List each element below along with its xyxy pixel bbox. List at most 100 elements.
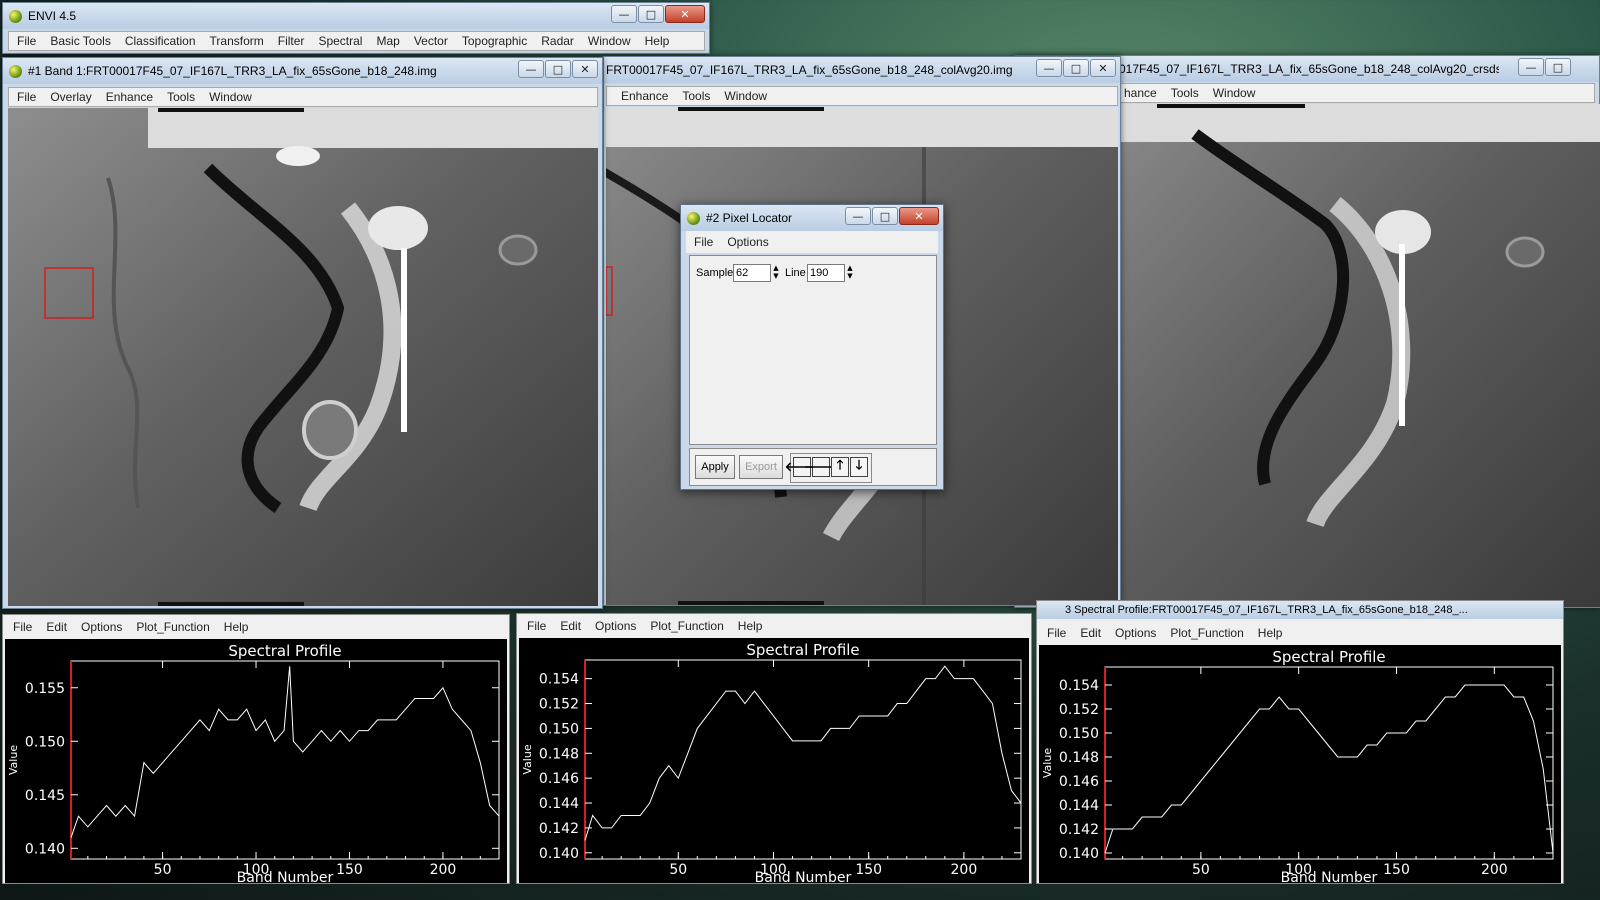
envi-main-titlebar[interactable]: ENVI 4.5 — □ ✕	[3, 3, 709, 29]
plot-1-menu-file[interactable]: File	[13, 620, 32, 634]
plot-3-menu-file[interactable]: File	[1047, 626, 1066, 640]
plot-1-menu-help[interactable]: Help	[224, 620, 249, 634]
display-1-menu-file[interactable]: File	[17, 90, 36, 104]
spectral-profile-window-1: File Edit Options Plot_Function Help Spe…	[2, 614, 510, 884]
minimize-icon[interactable]: —	[518, 60, 544, 78]
plot-2-menu-edit[interactable]: Edit	[560, 619, 581, 633]
mars-terrain-image	[1115, 104, 1600, 607]
profile-line-marker	[401, 248, 407, 432]
plot-2-menu-file[interactable]: File	[527, 619, 546, 633]
plot-3-titlebar[interactable]: 3 Spectral Profile:FRT00017F45_07_IF167L…	[1037, 601, 1563, 619]
display-1-menu-window[interactable]: Window	[209, 90, 252, 104]
spectral-line	[70, 666, 500, 838]
plot-2-menu-plot-function[interactable]: Plot_Function	[650, 619, 723, 633]
spectral-profile-plot-3[interactable]: Spectral Profile 50 100 150 200 0.140 0.142 0.1…	[1039, 645, 1561, 883]
arrow-right-icon[interactable]: 🡒	[804, 457, 838, 477]
y-tick-label: 0.146	[1059, 774, 1099, 790]
apply-button[interactable]: Apply	[695, 455, 735, 479]
plot-1-menu-edit[interactable]: Edit	[46, 620, 67, 634]
display-2-titlebar[interactable]: FRT00017F45_07_IF167L_TRR3_LA_fix_65sGon…	[604, 57, 1120, 83]
x-tick-label: 150	[336, 862, 363, 878]
maximize-icon[interactable]: □	[545, 60, 571, 78]
main-menu-file[interactable]: File	[17, 34, 36, 48]
plot-3-menu-help[interactable]: Help	[1258, 626, 1283, 640]
maximize-icon[interactable]: □	[1063, 59, 1089, 77]
plot-3-menu-edit[interactable]: Edit	[1080, 626, 1101, 640]
display-2-menu-enhance[interactable]: Enhance	[621, 89, 668, 103]
envi-app-icon	[687, 211, 700, 225]
plot-1-menubar: File Edit Options Plot_Function Help	[5, 617, 507, 637]
maximize-icon[interactable]: □	[638, 5, 664, 23]
arrow-down-icon[interactable]: 🡓	[850, 457, 868, 477]
plot-1-menu-options[interactable]: Options	[81, 620, 122, 634]
main-menu-map[interactable]: Map	[376, 34, 399, 48]
display-2-menubar: Enhance Tools Window	[606, 86, 1118, 106]
display-3-menu-window[interactable]: Window	[1213, 86, 1256, 100]
y-tick-label: 0.155	[25, 681, 65, 697]
minimize-icon[interactable]: —	[845, 207, 871, 225]
arrow-up-icon[interactable]: 🡑	[831, 457, 849, 477]
plot-title: Spectral Profile	[746, 641, 859, 659]
minimize-icon[interactable]: —	[1036, 59, 1062, 77]
display-1-menu-enhance[interactable]: Enhance	[106, 90, 153, 104]
y-tick-label: 0.144	[1059, 798, 1099, 814]
plot-frame	[584, 659, 1022, 860]
display-3-menu-tools[interactable]: Tools	[1171, 86, 1199, 100]
pixel-locator-dialog: #2 Pixel Locator — □ ✕ File Options Samp…	[680, 204, 944, 490]
main-menu-spectral[interactable]: Spectral	[318, 34, 362, 48]
y-axis-label: Value	[1041, 748, 1054, 778]
display-2-menu-tools[interactable]: Tools	[682, 89, 710, 103]
display-1-menu-overlay[interactable]: Overlay	[50, 90, 91, 104]
main-menu-help[interactable]: Help	[645, 34, 670, 48]
plot-2-menu-help[interactable]: Help	[738, 619, 763, 633]
main-menu-basic-tools[interactable]: Basic Tools	[50, 34, 110, 48]
close-icon[interactable]: ✕	[572, 60, 598, 78]
main-menu-radar[interactable]: Radar	[541, 34, 574, 48]
minimize-icon[interactable]: —	[1518, 58, 1544, 76]
x-tick-label: 150	[1383, 862, 1410, 878]
plot-1-menu-plot-function[interactable]: Plot_Function	[136, 620, 209, 634]
envi-main-window: ENVI 4.5 — □ ✕ File Basic Tools Classifi…	[2, 2, 710, 54]
line-spinner-icon[interactable]: ▲ ▼	[844, 264, 856, 282]
image-display-1: #1 Band 1:FRT00017F45_07_IF167L_TRR3_LA_…	[2, 57, 603, 609]
sample-spinner-icon[interactable]: ▲ ▼	[770, 264, 782, 282]
y-tick-label: 0.148	[1059, 750, 1099, 766]
maximize-icon[interactable]: □	[872, 207, 898, 225]
spectral-profile-plot-1[interactable]: Spectral Profile 50 100 150 200 0.140 0.145 0.1…	[5, 639, 507, 883]
x-tick-label: 50	[1192, 862, 1210, 878]
pixel-locator-titlebar[interactable]: #2 Pixel Locator — □ ✕	[681, 205, 943, 231]
display-3-menu-enhance[interactable]: hance	[1124, 86, 1157, 100]
export-button[interactable]: Export	[739, 455, 783, 479]
y-tick-label: 0.154	[1059, 678, 1099, 694]
spectral-profile-plot-2[interactable]: Spectral Profile 50 100 150 200 0.140 0.142 0.1…	[519, 638, 1029, 883]
display-1-menu-tools[interactable]: Tools	[167, 90, 195, 104]
line-input[interactable]: 190	[807, 264, 845, 282]
sample-input[interactable]: 62	[733, 264, 771, 282]
pixel-locator-panel: Sample 62 ▲ ▼ Line 190 ▲ ▼	[689, 255, 937, 445]
main-menu-vector[interactable]: Vector	[414, 34, 448, 48]
main-menu-transform[interactable]: Transform	[210, 34, 264, 48]
locator-menu-file[interactable]: File	[694, 235, 713, 249]
display-2-menu-window[interactable]: Window	[724, 89, 767, 103]
display-1-titlebar[interactable]: #1 Band 1:FRT00017F45_07_IF167L_TRR3_LA_…	[3, 58, 602, 84]
plot-2-menubar: File Edit Options Plot_Function Help	[519, 616, 1029, 636]
close-icon[interactable]: ✕	[1090, 59, 1116, 77]
plot-3-menu-options[interactable]: Options	[1115, 626, 1156, 640]
maximize-icon[interactable]: □	[1545, 58, 1571, 76]
y-tick-label: 0.150	[1059, 726, 1099, 742]
plot-2-menu-options[interactable]: Options	[595, 619, 636, 633]
plot-3-menu-plot-function[interactable]: Plot_Function	[1170, 626, 1243, 640]
display-3-image[interactable]	[1115, 104, 1600, 607]
main-menu-window[interactable]: Window	[588, 34, 631, 48]
y-axis-label: Value	[7, 745, 20, 775]
display-1-image[interactable]	[8, 108, 598, 606]
main-menu-topographic[interactable]: Topographic	[462, 34, 527, 48]
close-icon[interactable]: ✕	[665, 5, 705, 23]
envi-app-icon	[9, 9, 22, 23]
display-1-title: #1 Band 1:FRT00017F45_07_IF167L_TRR3_LA_…	[28, 64, 437, 78]
minimize-icon[interactable]: —	[611, 5, 637, 23]
locator-menu-options[interactable]: Options	[727, 235, 768, 249]
main-menu-filter[interactable]: Filter	[278, 34, 305, 48]
main-menu-classification[interactable]: Classification	[125, 34, 196, 48]
close-icon[interactable]: ✕	[899, 207, 939, 225]
